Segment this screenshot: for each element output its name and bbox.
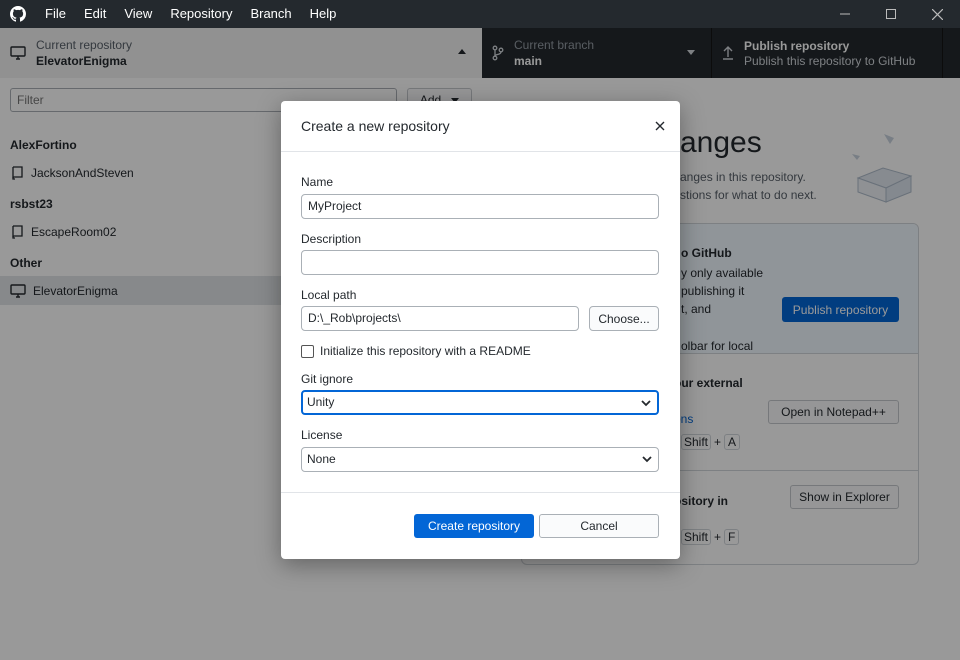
description-field[interactable]	[301, 250, 659, 275]
chevron-down-icon	[642, 456, 652, 463]
cancel-button[interactable]: Cancel	[539, 514, 659, 538]
dialog-footer: Create repository Cancel	[281, 492, 680, 559]
readme-checkbox[interactable]	[301, 344, 314, 358]
license-selected-value: None	[307, 452, 336, 466]
menu-help[interactable]: Help	[301, 0, 346, 28]
minimize-icon	[840, 13, 850, 15]
name-label: Name	[301, 175, 334, 189]
choose-button[interactable]: Choose...	[589, 306, 659, 331]
gitignore-select[interactable]: Unity	[301, 390, 659, 415]
menu-edit[interactable]: Edit	[75, 0, 115, 28]
close-icon	[655, 121, 665, 131]
maximize-icon	[886, 9, 896, 19]
maximize-button[interactable]	[868, 0, 914, 28]
dialog-title: Create a new repository	[301, 118, 450, 134]
dialog-close-button[interactable]	[652, 118, 668, 134]
menu-bar: File Edit View Repository Branch Help	[36, 0, 345, 28]
create-repository-dialog: Create a new repository Name MyProject D…	[281, 101, 680, 559]
dialog-body: Name MyProject Description Local path D:…	[281, 152, 680, 492]
name-field[interactable]: MyProject	[301, 194, 659, 219]
readme-checkbox-label: Initialize this repository with a README	[320, 344, 531, 358]
close-window-button[interactable]	[914, 0, 960, 28]
gitignore-selected-value: Unity	[307, 395, 335, 409]
chevron-down-icon	[641, 400, 651, 407]
create-repository-button[interactable]: Create repository	[414, 514, 534, 538]
local-path-label: Local path	[301, 288, 357, 302]
local-path-field[interactable]: D:\_Rob\projects\	[301, 306, 579, 331]
dialog-header: Create a new repository	[281, 101, 680, 152]
close-icon	[931, 8, 943, 20]
menu-repository[interactable]: Repository	[161, 0, 241, 28]
license-label: License	[301, 428, 343, 442]
menu-view[interactable]: View	[115, 0, 161, 28]
github-logo-icon	[0, 0, 36, 28]
license-select[interactable]: None	[301, 447, 659, 472]
menu-branch[interactable]: Branch	[241, 0, 300, 28]
readme-checkbox-row[interactable]: Initialize this repository with a README	[301, 344, 531, 358]
minimize-button[interactable]	[822, 0, 868, 28]
menu-file[interactable]: File	[36, 0, 75, 28]
description-label: Description	[301, 232, 362, 246]
title-bar: File Edit View Repository Branch Help	[0, 0, 960, 28]
gitignore-label: Git ignore	[301, 372, 354, 386]
